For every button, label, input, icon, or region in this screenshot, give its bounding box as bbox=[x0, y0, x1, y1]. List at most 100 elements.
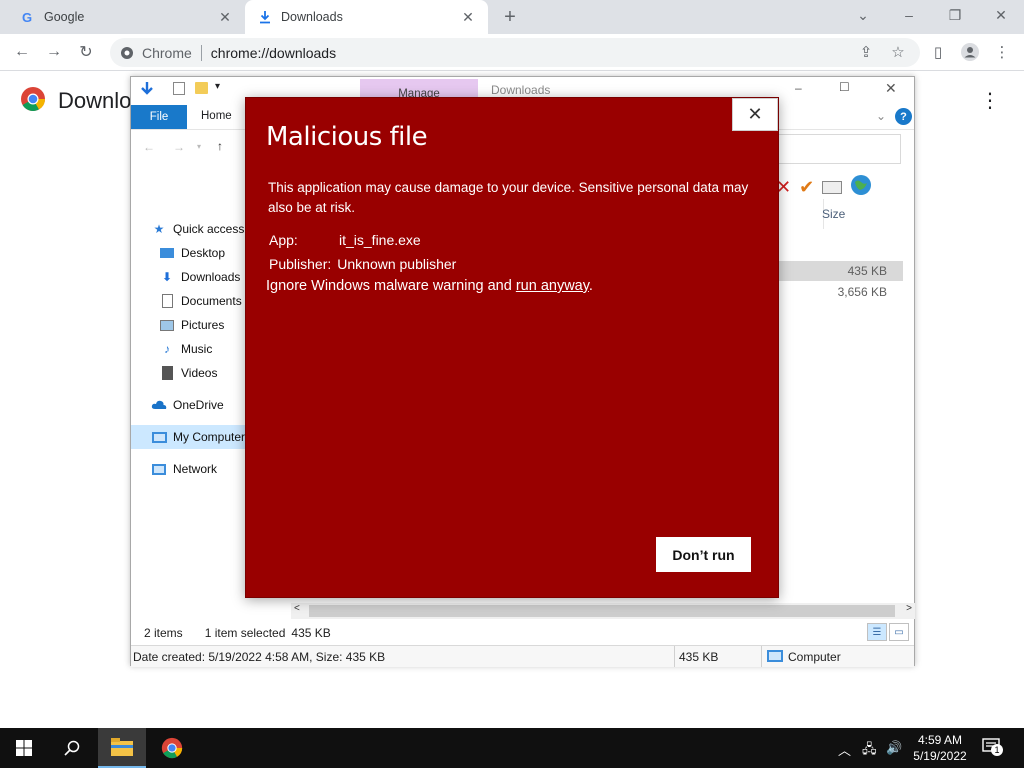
back-button[interactable]: ← bbox=[10, 40, 34, 64]
taskbar-chrome[interactable] bbox=[148, 728, 196, 768]
minimize-icon[interactable]: – bbox=[795, 81, 802, 95]
film-icon bbox=[159, 365, 175, 381]
taskbar-file-explorer[interactable] bbox=[98, 728, 146, 768]
warning-message: This application may cause damage to you… bbox=[268, 180, 749, 215]
sidebar-item-label: Videos bbox=[181, 366, 218, 380]
scroll-left-icon[interactable]: < bbox=[294, 603, 300, 614]
horizontal-scrollbar[interactable]: < > bbox=[291, 603, 915, 619]
menu-kebab-icon[interactable]: ⋮ bbox=[990, 40, 1014, 64]
desktop-icon bbox=[159, 245, 175, 261]
new-tab-button[interactable]: + bbox=[498, 5, 522, 29]
tab-search-icon[interactable]: ⌄ bbox=[840, 0, 886, 30]
status-bar: 2 items 1 item selected 435 KB bbox=[131, 622, 914, 644]
home-tab[interactable]: Home bbox=[201, 110, 232, 122]
rename-icon[interactable] bbox=[822, 181, 843, 194]
clock-date: 5/19/2022 bbox=[913, 749, 967, 763]
profile-avatar[interactable] bbox=[958, 40, 982, 64]
system-clock[interactable]: 4:59 AM 5/19/2022 bbox=[910, 732, 970, 764]
back-arrow-icon[interactable]: ← bbox=[143, 140, 155, 154]
sidebar-item-downloads[interactable]: ⬇ Downloads bbox=[159, 267, 240, 287]
scrollbar-thumb[interactable] bbox=[309, 605, 895, 617]
sidebar-item-onedrive[interactable]: OneDrive bbox=[151, 395, 224, 415]
table-row[interactable]: 3,656 KB bbox=[779, 282, 903, 302]
sidebar-item-my-computer[interactable]: My Computer bbox=[151, 427, 245, 447]
item-count: 2 items bbox=[144, 626, 183, 640]
sidebar-item-label: Desktop bbox=[181, 246, 226, 260]
large-icons-view-icon[interactable]: ▭ bbox=[889, 623, 909, 641]
sidebar-item-pictures[interactable]: Pictures bbox=[159, 315, 224, 335]
maximize-icon[interactable]: ☐ bbox=[839, 80, 850, 94]
sidebar-item-network[interactable]: Network bbox=[151, 459, 217, 479]
chrome-icon bbox=[121, 46, 133, 59]
tab-strip: G Google ✕ Downloads ✕ + ⌄ – ❐ ✕ bbox=[0, 0, 1024, 34]
size-column-header[interactable]: Size bbox=[822, 207, 845, 221]
properties-icon[interactable] bbox=[173, 82, 185, 95]
site-info-chip[interactable]: Chrome bbox=[120, 45, 192, 61]
customize-qat-icon[interactable]: ▾ bbox=[215, 81, 220, 92]
notification-badge: 1 bbox=[991, 744, 1003, 756]
computer-icon bbox=[151, 429, 167, 445]
close-button[interactable]: ✕ bbox=[732, 98, 778, 131]
bookmark-star-icon[interactable]: ☆ bbox=[886, 40, 910, 64]
help-icon[interactable]: ? bbox=[895, 108, 912, 125]
file-size: 435 KB bbox=[847, 264, 887, 278]
app-value: it_is_fine.exe bbox=[339, 232, 421, 248]
share-icon[interactable]: ⇪ bbox=[854, 40, 878, 64]
side-panel-icon[interactable]: ▯ bbox=[926, 40, 950, 64]
file-tab[interactable]: File bbox=[131, 105, 187, 129]
folder-icon[interactable] bbox=[195, 82, 208, 94]
up-arrow-icon[interactable]: ↑ bbox=[217, 139, 223, 153]
search-button[interactable] bbox=[48, 728, 96, 768]
divider bbox=[674, 646, 675, 667]
search-box[interactable] bbox=[771, 134, 901, 164]
sidebar-item-label: My Computer bbox=[173, 430, 246, 444]
close-icon[interactable]: ✕ bbox=[460, 9, 476, 25]
tab-downloads[interactable]: Downloads ✕ bbox=[245, 0, 488, 34]
dont-run-button[interactable]: Don’t run bbox=[656, 537, 751, 572]
tab-google[interactable]: G Google ✕ bbox=[8, 0, 245, 34]
close-icon[interactable]: ✕ bbox=[885, 80, 897, 97]
sidebar-item-desktop[interactable]: Desktop bbox=[159, 243, 225, 263]
site-label: Chrome bbox=[142, 44, 192, 61]
globe-icon[interactable] bbox=[850, 174, 872, 201]
forward-arrow-icon[interactable]: → bbox=[173, 140, 185, 154]
publisher-value: Unknown publisher bbox=[337, 256, 457, 272]
app-label: App: bbox=[269, 232, 298, 248]
sidebar-item-quick-access[interactable]: ★ Quick access bbox=[151, 219, 245, 239]
browser-toolbar: ← → ↻ Chrome chrome://downloads ⇪ ☆ ▯ ⋮ bbox=[0, 34, 1024, 71]
volume-icon[interactable]: 🔊 bbox=[886, 740, 902, 756]
expand-ribbon-icon[interactable]: ⌄ bbox=[876, 109, 886, 123]
clock-time: 4:59 AM bbox=[917, 733, 963, 747]
selection-count: 1 item selected bbox=[204, 626, 286, 640]
address-bar[interactable]: Chrome chrome://downloads bbox=[110, 38, 920, 67]
table-row-selected[interactable]: 435 KB bbox=[779, 261, 903, 281]
separator bbox=[200, 44, 202, 61]
search-icon bbox=[64, 740, 80, 756]
details-view-icon[interactable]: ☰ bbox=[867, 623, 887, 641]
malware-warning-dialog: ✕ Malicious file This application may ca… bbox=[245, 97, 779, 598]
notification-center-button[interactable]: 1 bbox=[982, 738, 1003, 756]
more-actions-icon[interactable]: ⋮ bbox=[980, 88, 1000, 113]
close-window-button[interactable]: ✕ bbox=[978, 0, 1024, 30]
network-tray-icon[interactable]: 🖧 bbox=[862, 740, 877, 762]
date-created-text: Date created: 5/19/2022 4:58 AM, Size: 4… bbox=[133, 650, 386, 664]
computer-icon bbox=[767, 650, 783, 662]
forward-button[interactable]: → bbox=[42, 40, 66, 64]
recent-locations-icon[interactable]: ▾ bbox=[197, 142, 201, 151]
scroll-right-icon[interactable]: > bbox=[906, 603, 912, 614]
restore-button[interactable]: ❐ bbox=[932, 0, 978, 30]
sidebar-item-label: Pictures bbox=[181, 318, 225, 332]
reload-button[interactable]: ↻ bbox=[74, 40, 98, 64]
checkmark-icon[interactable]: ✔ bbox=[799, 177, 814, 198]
publisher-row: Publisher: Unknown publisher bbox=[269, 256, 456, 272]
close-icon[interactable]: ✕ bbox=[217, 9, 233, 25]
sidebar-item-music[interactable]: ♪ Music bbox=[159, 339, 212, 359]
file-size: 3,656 KB bbox=[837, 285, 887, 299]
run-anyway-link[interactable]: run anyway bbox=[516, 278, 589, 294]
sidebar-item-videos[interactable]: Videos bbox=[159, 363, 217, 383]
minimize-button[interactable]: – bbox=[886, 0, 932, 30]
start-button[interactable] bbox=[0, 728, 48, 768]
show-hidden-icons-icon[interactable]: ︿ bbox=[838, 740, 851, 759]
taskbar: ︿ 🖧 🔊 4:59 AM 5/19/2022 1 bbox=[0, 728, 1024, 768]
sidebar-item-documents[interactable]: Documents bbox=[159, 291, 242, 311]
